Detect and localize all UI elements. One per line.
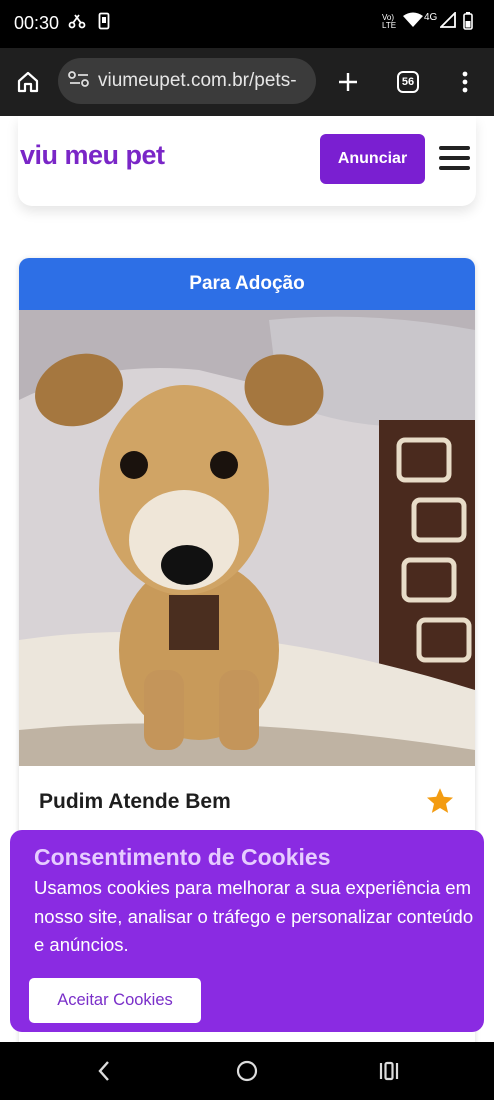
cookie-text: Usamos cookies para melhorar a sua exper… [34,877,474,955]
accept-cookies-button[interactable]: Aceitar Cookies [29,978,201,1023]
cookie-banner: Consentimento de Cookies Usamos cookies … [10,830,484,1032]
wifi-icon [403,12,423,34]
home-icon[interactable] [8,62,48,102]
site-settings-icon[interactable] [68,70,90,93]
star-icon[interactable] [425,786,455,816]
battery-icon [463,12,473,36]
address-bar[interactable]: viumeupet.com.br/pets- [58,58,316,104]
status-bar: 00:30 Vo) LTE 4G [0,0,494,48]
card-title-row: Pudim Atende Bem [19,770,475,836]
link-icon [68,12,86,36]
pet-photo[interactable] [19,310,475,766]
phone-icon [98,12,110,36]
browser-toolbar: viumeupet.com.br/pets- 56 [0,48,494,116]
menu-icon[interactable] [445,62,485,102]
signal-icon [438,10,456,34]
network-label: Vo) LTE [382,13,397,30]
pet-name[interactable]: Pudim Atende Bem [39,790,231,814]
anunciar-button[interactable]: Anunciar [320,134,425,184]
recents-icon[interactable] [369,1054,409,1088]
site-logo[interactable]: viu meu pet [20,140,165,171]
hamburger-icon[interactable] [439,144,471,172]
status-time: 00:30 [14,13,60,33]
home-circle-icon[interactable] [227,1054,267,1088]
back-icon[interactable] [84,1054,124,1088]
system-nav-bar [0,1042,494,1100]
network-type: 4G [424,12,438,23]
new-tab-icon[interactable] [328,62,368,102]
tab-count: 56 [397,71,419,93]
cookie-title: Consentimento de Cookies [34,844,331,870]
tabs-icon[interactable]: 56 [388,62,428,102]
url-text[interactable]: viumeupet.com.br/pets- [98,70,297,92]
site-header: viu meu pet Anunciar [18,116,476,206]
status-badge: Para Adoção [19,258,475,310]
